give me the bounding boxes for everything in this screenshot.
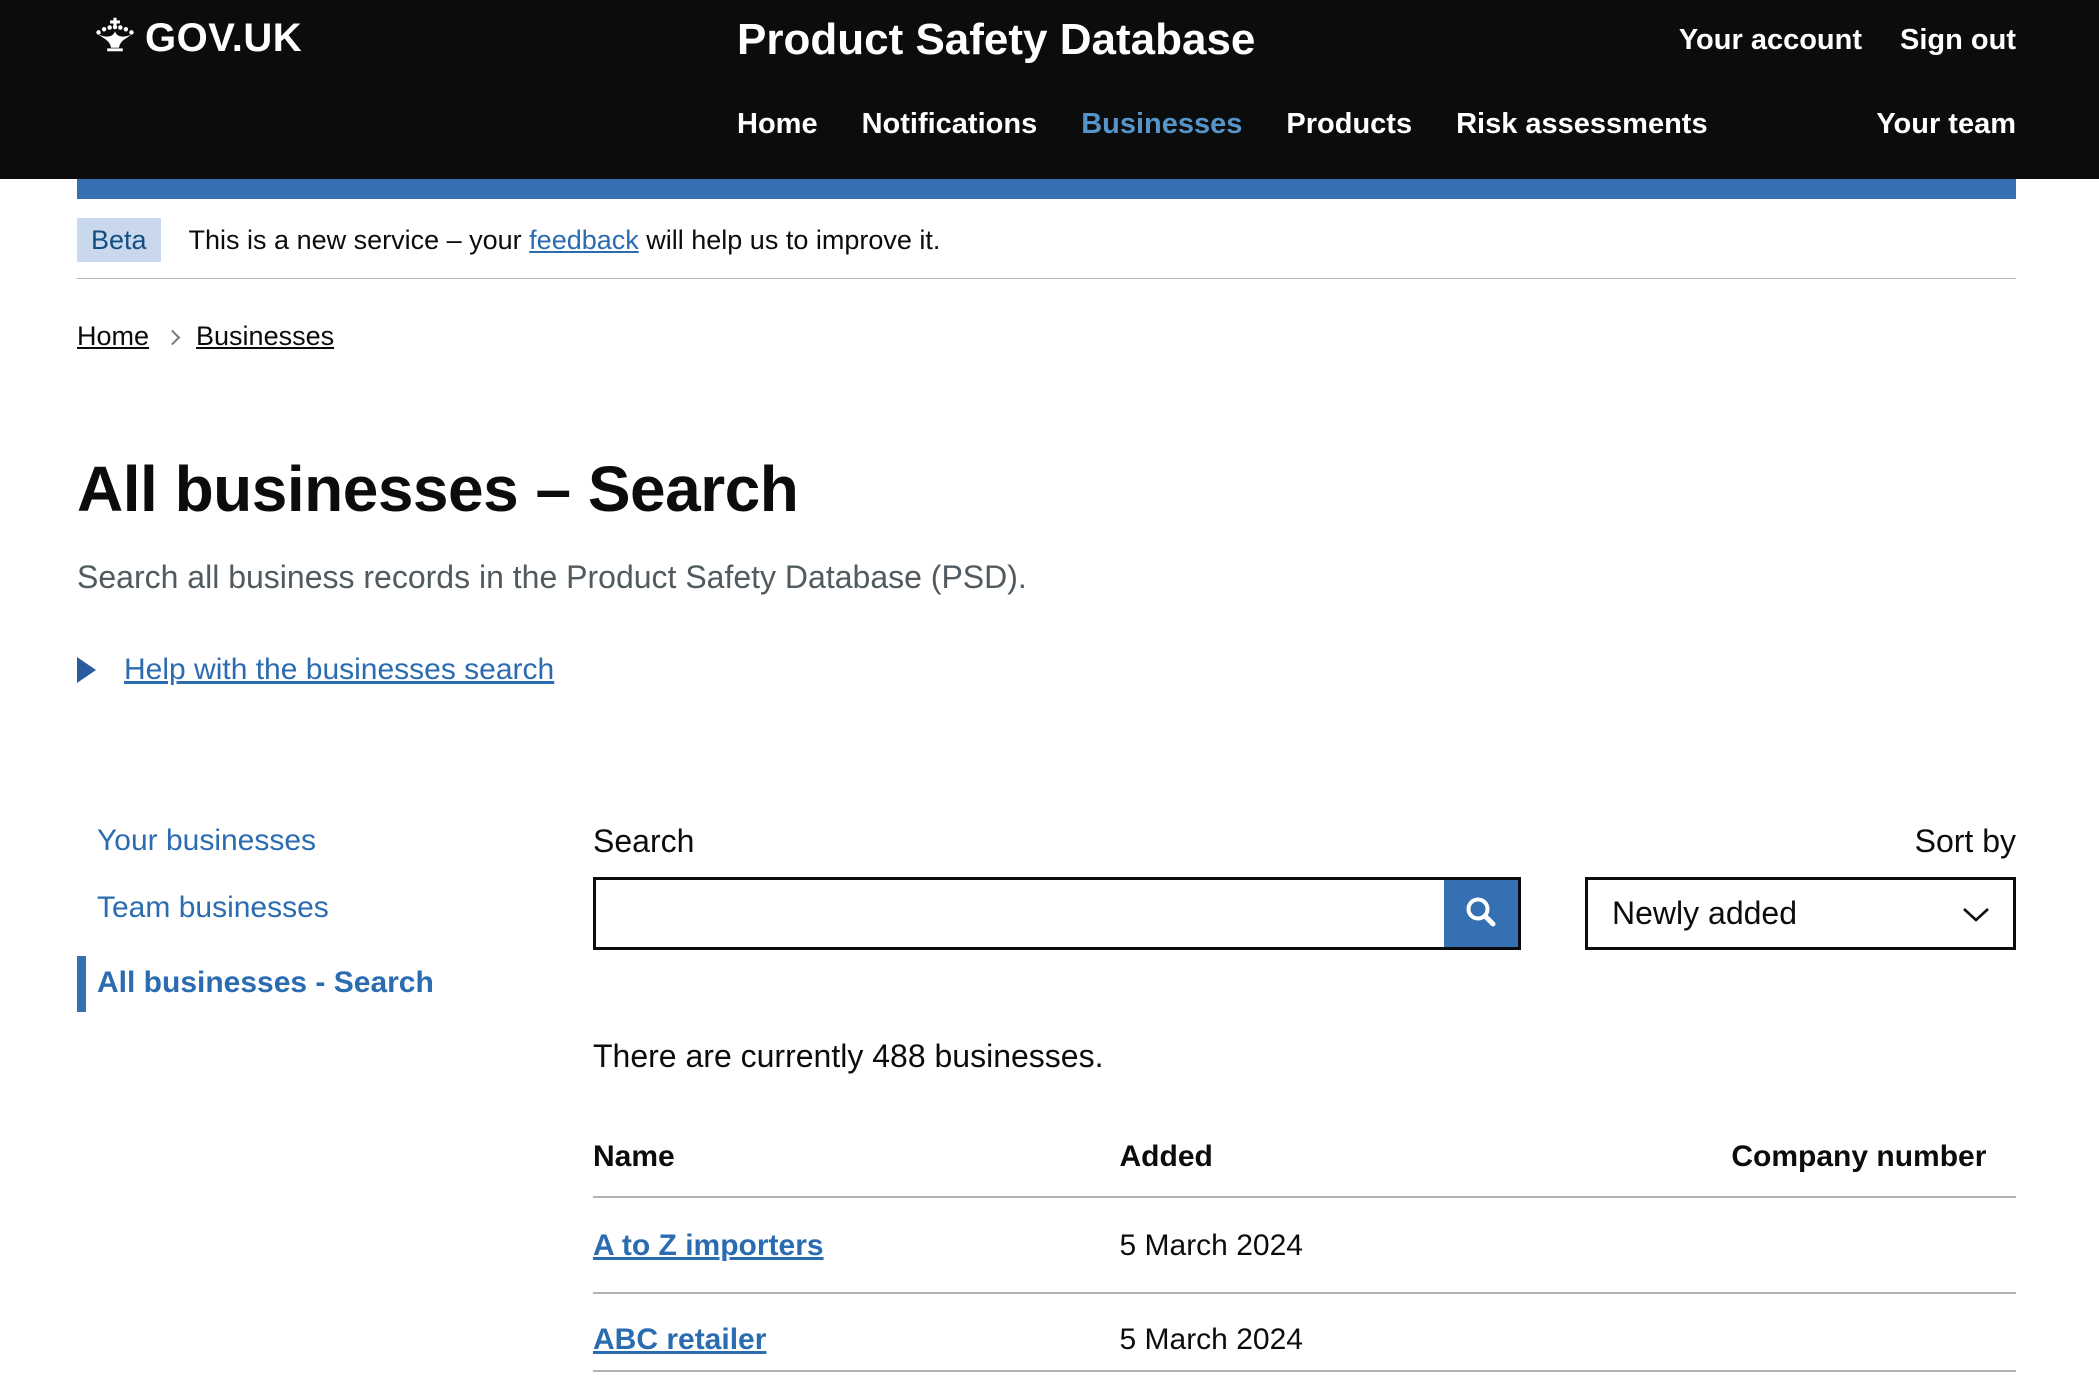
nav-businesses[interactable]: Businesses — [1081, 106, 1242, 142]
search-input-group — [593, 877, 1521, 950]
chevron-down-icon — [1961, 895, 1991, 932]
company-number-cell — [1731, 1293, 2016, 1371]
nav-home[interactable]: Home — [737, 106, 818, 142]
breadcrumb-businesses[interactable]: Businesses — [196, 321, 334, 352]
phase-text-before: This is a new service – your — [189, 225, 530, 255]
help-details-toggle[interactable]: Help with the businesses search — [77, 653, 2016, 687]
breadcrumb: Home Businesses — [77, 321, 2016, 352]
search-input[interactable] — [596, 880, 1444, 947]
sort-select[interactable]: Newly added — [1585, 877, 2016, 950]
nav-products[interactable]: Products — [1286, 106, 1412, 142]
page-title: All businesses – Search — [77, 452, 2016, 526]
feedback-link[interactable]: feedback — [529, 225, 639, 255]
magnifier-icon — [1463, 894, 1499, 933]
primary-nav: Home Notifications Businesses Products R… — [737, 106, 2016, 142]
column-header-company-number: Company number — [1731, 1139, 2016, 1197]
sidebar-item-label: All businesses - Search — [97, 966, 434, 999]
breadcrumb-home[interactable]: Home — [77, 321, 149, 352]
service-name[interactable]: Product Safety Database — [737, 14, 1255, 66]
header-accent-bar — [77, 179, 2016, 199]
added-date: 5 March 2024 — [1120, 1293, 1732, 1371]
business-link[interactable]: ABC retailer — [593, 1323, 766, 1356]
account-nav: Your account Sign out — [1679, 14, 2016, 57]
phase-banner: Beta This is a new service – your feedba… — [77, 199, 2016, 279]
results-count: There are currently 488 businesses. — [593, 1035, 2016, 1077]
column-header-added: Added — [1120, 1139, 1732, 1197]
search-label: Search — [593, 822, 694, 860]
business-link[interactable]: A to Z importers — [593, 1229, 824, 1262]
chevron-right-icon — [165, 330, 181, 346]
businesses-table: Name Added Company number A to Z importe… — [593, 1139, 2016, 1372]
sort-by-label: Sort by — [1915, 822, 2016, 860]
added-date: 5 March 2024 — [1120, 1197, 1732, 1293]
main-content: Search Sort by Ne — [593, 822, 2016, 1372]
your-account-link[interactable]: Your account — [1679, 24, 1862, 57]
sidebar-item-label: Your businesses — [97, 824, 316, 857]
logo-text: GOV.UK — [145, 16, 302, 60]
nav-notifications[interactable]: Notifications — [862, 106, 1038, 142]
sort-select-value: Newly added — [1612, 895, 1797, 932]
sidebar-item-label: Team businesses — [97, 891, 329, 924]
help-details-label: Help with the businesses search — [124, 653, 554, 687]
crown-icon — [95, 17, 135, 59]
govuk-logo[interactable]: GOV.UK — [77, 0, 737, 60]
phase-banner-text: This is a new service – your feedback wi… — [189, 225, 941, 256]
beta-tag: Beta — [77, 218, 161, 262]
sidebar-item-your-businesses[interactable]: Your businesses — [77, 822, 593, 860]
sidebar-item-all-businesses-search[interactable]: All businesses - Search — [77, 956, 593, 1012]
phase-text-after: will help us to improve it. — [639, 225, 941, 255]
sign-out-link[interactable]: Sign out — [1900, 24, 2016, 57]
table-row: ABC retailer 5 March 2024 — [593, 1293, 2016, 1371]
sidebar-item-team-businesses[interactable]: Team businesses — [77, 889, 593, 927]
nav-your-team[interactable]: Your team — [1876, 106, 2016, 142]
company-number-cell — [1731, 1197, 2016, 1293]
page-lede: Search all business records in the Produ… — [77, 556, 2016, 598]
nav-risk-assessments[interactable]: Risk assessments — [1456, 106, 1708, 142]
search-button[interactable] — [1444, 880, 1518, 947]
gov-header: GOV.UK Product Safety Database Your acco… — [0, 0, 2099, 179]
table-row: A to Z importers 5 March 2024 — [593, 1197, 2016, 1293]
column-header-name: Name — [593, 1139, 1120, 1197]
details-arrow-icon — [77, 657, 96, 683]
sub-navigation: Your businesses Team businesses All busi… — [77, 822, 593, 1012]
